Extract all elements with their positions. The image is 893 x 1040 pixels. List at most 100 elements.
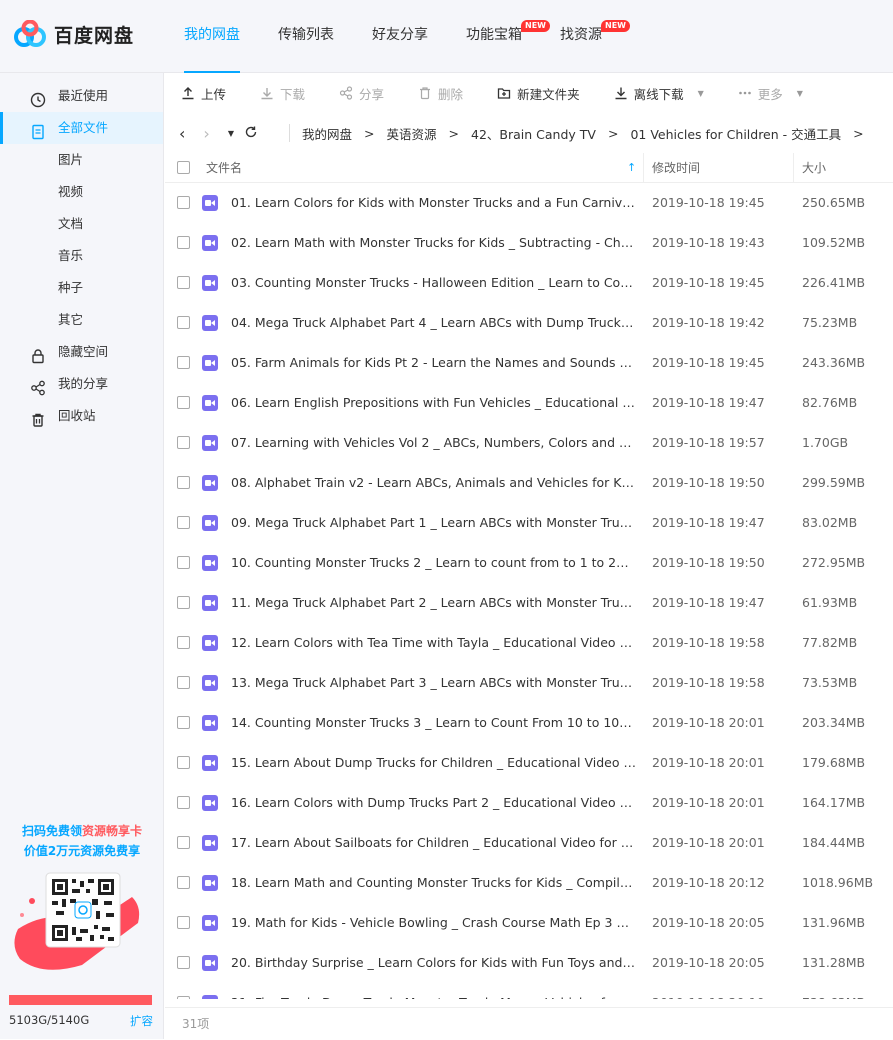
table-row[interactable]: 09. Mega Truck Alphabet Part 1 _ Learn A…: [165, 503, 893, 543]
sidebar-item-documents[interactable]: 文档: [0, 208, 163, 240]
more-button[interactable]: 更多 ▼: [738, 84, 803, 103]
table-row[interactable]: 20. Birthday Surprise _ Learn Colors for…: [165, 943, 893, 983]
file-name[interactable]: 03. Counting Monster Trucks - Halloween …: [231, 263, 636, 303]
sidebar-item-music[interactable]: 音乐: [0, 240, 163, 272]
row-checkbox[interactable]: [177, 396, 190, 409]
row-checkbox[interactable]: [177, 996, 190, 999]
file-name[interactable]: 17. Learn About Sailboats for Children _…: [231, 823, 636, 863]
column-header-name[interactable]: 文件名: [206, 153, 242, 183]
file-name[interactable]: 07. Learning with Vehicles Vol 2 _ ABCs,…: [231, 423, 636, 463]
file-name[interactable]: 20. Birthday Surprise _ Learn Colors for…: [231, 943, 636, 983]
sidebar-item-recent[interactable]: 最近使用: [0, 80, 163, 112]
table-row[interactable]: 03. Counting Monster Trucks - Halloween …: [165, 263, 893, 303]
table-row[interactable]: 04. Mega Truck Alphabet Part 4 _ Learn A…: [165, 303, 893, 343]
row-checkbox[interactable]: [177, 476, 190, 489]
table-row[interactable]: 10. Counting Monster Trucks 2 _ Learn to…: [165, 543, 893, 583]
table-row[interactable]: 11. Mega Truck Alphabet Part 2 _ Learn A…: [165, 583, 893, 623]
row-checkbox[interactable]: [177, 676, 190, 689]
row-checkbox[interactable]: [177, 756, 190, 769]
row-checkbox[interactable]: [177, 636, 190, 649]
file-name[interactable]: 04. Mega Truck Alphabet Part 4 _ Learn A…: [231, 303, 636, 343]
refresh-icon[interactable]: [244, 125, 258, 142]
file-name[interactable]: 10. Counting Monster Trucks 2 _ Learn to…: [231, 543, 636, 583]
file-name[interactable]: 08. Alphabet Train v2 - Learn ABCs, Anim…: [231, 463, 636, 503]
table-row[interactable]: 02. Learn Math with Monster Trucks for K…: [165, 223, 893, 263]
offline-download-button[interactable]: 离线下载 ▼: [614, 84, 704, 103]
nav-transfer-list[interactable]: 传输列表: [264, 0, 348, 73]
table-row[interactable]: 21. Fire Truck, Dump Truck, Monster Truc…: [165, 983, 893, 999]
table-row[interactable]: 05. Farm Animals for Kids Pt 2 - Learn t…: [165, 343, 893, 383]
breadcrumb-item[interactable]: 英语资源: [387, 124, 437, 143]
sort-arrow-up-icon[interactable]: ↑: [627, 153, 636, 183]
sidebar-item-hidden-space[interactable]: 隐藏空间: [0, 336, 163, 368]
breadcrumb-item-current[interactable]: 01 Vehicles for Children - 交通工具: [630, 124, 841, 143]
breadcrumb-item[interactable]: 我的网盘: [302, 124, 352, 143]
nav-toolbox[interactable]: 功能宝箱 NEW: [452, 0, 550, 73]
table-row[interactable]: 08. Alphabet Train v2 - Learn ABCs, Anim…: [165, 463, 893, 503]
row-checkbox[interactable]: [177, 556, 190, 569]
row-checkbox[interactable]: [177, 316, 190, 329]
share-button[interactable]: 分享: [339, 84, 384, 103]
table-row[interactable]: 18. Learn Math and Counting Monster Truc…: [165, 863, 893, 903]
sidebar-item-my-shares[interactable]: 我的分享: [0, 368, 163, 400]
nav-friend-share[interactable]: 好友分享: [358, 0, 442, 73]
row-checkbox[interactable]: [177, 276, 190, 289]
sidebar-item-recycle-bin[interactable]: 回收站: [0, 400, 163, 432]
file-name[interactable]: 13. Mega Truck Alphabet Part 3 _ Learn A…: [231, 663, 636, 703]
row-checkbox[interactable]: [177, 596, 190, 609]
nav-find-resources[interactable]: 找资源 NEW: [546, 0, 630, 73]
file-name[interactable]: 15. Learn About Dump Trucks for Children…: [231, 743, 636, 783]
new-folder-button[interactable]: 新建文件夹: [497, 84, 580, 103]
file-name[interactable]: 02. Learn Math with Monster Trucks for K…: [231, 223, 636, 263]
row-checkbox[interactable]: [177, 916, 190, 929]
table-row[interactable]: 16. Learn Colors with Dump Trucks Part 2…: [165, 783, 893, 823]
nav-my-netdisk[interactable]: 我的网盘: [170, 0, 254, 73]
promo-banner[interactable]: 扫码免费领资源畅享卡 价值2万元资源免费享: [0, 821, 164, 977]
column-header-size[interactable]: 大小: [802, 153, 826, 183]
breadcrumb-item[interactable]: 42、Brain Candy TV: [471, 124, 596, 143]
row-checkbox[interactable]: [177, 876, 190, 889]
table-row[interactable]: 12. Learn Colors with Tea Time with Tayl…: [165, 623, 893, 663]
table-row[interactable]: 07. Learning with Vehicles Vol 2 _ ABCs,…: [165, 423, 893, 463]
file-name[interactable]: 12. Learn Colors with Tea Time with Tayl…: [231, 623, 636, 663]
sidebar-item-other[interactable]: 其它: [0, 304, 163, 336]
row-checkbox[interactable]: [177, 356, 190, 369]
expand-storage-link[interactable]: 扩容: [130, 1013, 153, 1029]
file-name[interactable]: 11. Mega Truck Alphabet Part 2 _ Learn A…: [231, 583, 636, 623]
select-all-checkbox[interactable]: [177, 161, 190, 174]
back-arrow-icon[interactable]: ‹: [179, 124, 185, 143]
download-button[interactable]: 下载: [260, 84, 305, 103]
sidebar-item-videos[interactable]: 视频: [0, 176, 163, 208]
history-dropdown-icon[interactable]: ▼: [228, 129, 234, 138]
forward-arrow-icon[interactable]: ›: [203, 124, 209, 143]
table-row[interactable]: 15. Learn About Dump Trucks for Children…: [165, 743, 893, 783]
file-name[interactable]: 05. Farm Animals for Kids Pt 2 - Learn t…: [231, 343, 636, 383]
row-checkbox[interactable]: [177, 956, 190, 969]
file-name[interactable]: 19. Math for Kids - Vehicle Bowling _ Cr…: [231, 903, 636, 943]
file-name[interactable]: 16. Learn Colors with Dump Trucks Part 2…: [231, 783, 636, 823]
row-checkbox[interactable]: [177, 436, 190, 449]
table-row[interactable]: 13. Mega Truck Alphabet Part 3 _ Learn A…: [165, 663, 893, 703]
file-name[interactable]: 06. Learn English Prepositions with Fun …: [231, 383, 636, 423]
file-name[interactable]: 21. Fire Truck, Dump Truck, Monster Truc…: [231, 983, 636, 999]
table-row[interactable]: 17. Learn About Sailboats for Children _…: [165, 823, 893, 863]
sidebar-item-all-files[interactable]: 全部文件: [0, 112, 163, 144]
table-row[interactable]: 01. Learn Colors for Kids with Monster T…: [165, 183, 893, 223]
sidebar-item-torrents[interactable]: 种子: [0, 272, 163, 304]
row-checkbox[interactable]: [177, 796, 190, 809]
file-name[interactable]: 09. Mega Truck Alphabet Part 1 _ Learn A…: [231, 503, 636, 543]
upload-button[interactable]: 上传: [181, 84, 226, 103]
table-row[interactable]: 14. Counting Monster Trucks 3 _ Learn to…: [165, 703, 893, 743]
row-checkbox[interactable]: [177, 236, 190, 249]
row-checkbox[interactable]: [177, 516, 190, 529]
row-checkbox[interactable]: [177, 836, 190, 849]
file-name[interactable]: 14. Counting Monster Trucks 3 _ Learn to…: [231, 703, 636, 743]
file-name[interactable]: 18. Learn Math and Counting Monster Truc…: [231, 863, 636, 903]
file-name[interactable]: 01. Learn Colors for Kids with Monster T…: [231, 183, 636, 223]
delete-button[interactable]: 删除: [418, 84, 463, 103]
sidebar-item-images[interactable]: 图片: [0, 144, 163, 176]
table-row[interactable]: 19. Math for Kids - Vehicle Bowling _ Cr…: [165, 903, 893, 943]
row-checkbox[interactable]: [177, 716, 190, 729]
qr-code-card[interactable]: [12, 867, 152, 977]
column-header-date[interactable]: 修改时间: [652, 153, 700, 183]
